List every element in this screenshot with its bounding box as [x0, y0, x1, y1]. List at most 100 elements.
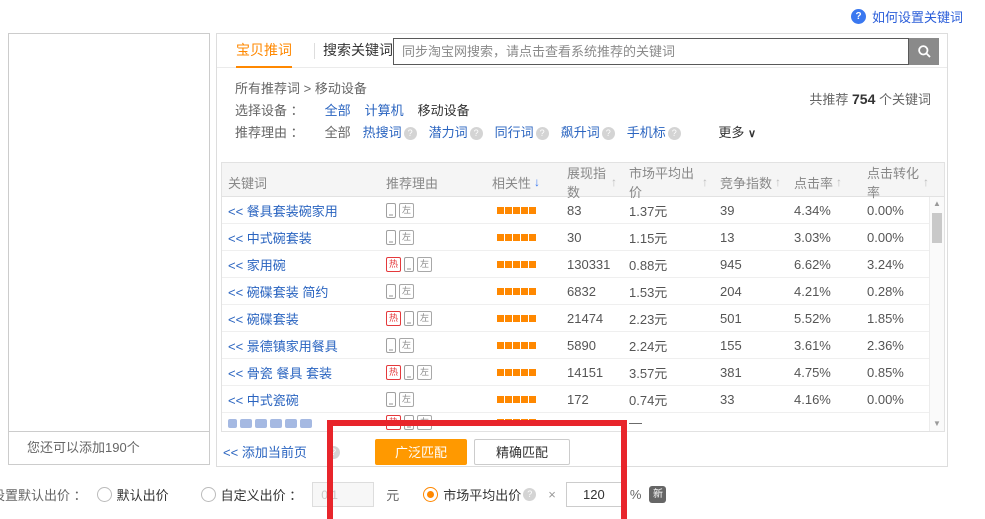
table-scrollbar[interactable]: ▲ ▼	[929, 197, 944, 431]
keyword-link[interactable]: << 碗碟套装	[228, 312, 299, 327]
reason-option-同行词[interactable]: 同行词?	[495, 122, 549, 144]
help-icon[interactable]: ?	[602, 127, 615, 140]
hot-badge-icon: 热	[386, 415, 401, 430]
column-header-展现指数[interactable]: 展现指数↑	[555, 163, 617, 201]
help-icon[interactable]: ?	[536, 127, 549, 140]
default-bid-radio[interactable]	[97, 487, 112, 502]
relevance-bar-icon	[497, 342, 504, 349]
relevance-bar-icon	[497, 234, 504, 241]
column-header-竞争指数[interactable]: 竞争指数↑	[708, 173, 782, 192]
sort-up-icon[interactable]: ↑	[836, 175, 842, 189]
sort-up-icon[interactable]: ↑	[923, 175, 929, 189]
column-header-label: 点击率	[794, 173, 833, 192]
keyword-link[interactable]: << 餐具套装碗家用	[228, 204, 338, 219]
default-bid-label: 默认出价	[117, 485, 169, 504]
column-header-相关性[interactable]: 相关性↓	[492, 173, 555, 192]
reason-filter-label: 推荐理由 ：	[235, 122, 321, 144]
market-price-help-icon[interactable]: ?	[523, 488, 536, 501]
breadcrumb-parent[interactable]: 所有推荐词	[235, 81, 300, 96]
scroll-down-icon[interactable]: ▼	[930, 418, 944, 430]
column-header-label: 展现指数	[567, 163, 608, 201]
device-filter-row: 选择设备 ： 全部计算机移动设备	[217, 100, 947, 122]
reason-filter-options: 全部热搜词?潜力词?同行词?飙升词?手机标?	[325, 125, 693, 140]
relevance-bar-icon	[497, 396, 504, 403]
relevance-bar-icon	[521, 396, 528, 403]
table-row: << 餐具套装碗家用左831.37元394.34%0.00%	[222, 197, 944, 224]
keyword-cell: << 餐具套装碗家用	[222, 201, 380, 220]
add-page-label: 添加当前页	[242, 445, 307, 460]
avg-price-cell: 0.88元	[617, 255, 708, 274]
avg-price-cell: 2.24元	[617, 336, 708, 355]
keyword-cell: << 中式瓷碗	[222, 390, 380, 409]
avg-price-cell: 1.37元	[617, 201, 708, 220]
help-icon[interactable]: ?	[470, 127, 483, 140]
device-option-计算机[interactable]: 计算机	[365, 103, 404, 118]
column-header-点击转化率[interactable]: 点击转化率↑	[847, 163, 929, 201]
tab-item-recommend[interactable]: 宝贝推词	[236, 34, 292, 68]
reason-option-飙升词[interactable]: 飙升词?	[561, 122, 615, 144]
reason-option-手机标[interactable]: 手机标?	[627, 122, 681, 144]
keyword-link[interactable]: << 碗碟套装 简约	[228, 285, 328, 300]
search-button[interactable]	[909, 38, 939, 65]
reason-badges: 热左	[380, 415, 492, 430]
add-page-help-icon[interactable]: ?	[327, 446, 340, 459]
reason-option-热搜词[interactable]: 热搜词?	[363, 122, 417, 144]
phone-badge-icon	[404, 257, 414, 272]
relevance-bar-icon	[529, 396, 536, 403]
phone-badge-icon	[386, 392, 396, 407]
add-current-page-link[interactable]: << 添加当前页	[221, 445, 307, 460]
keyword-link[interactable]: << 家用碗	[228, 258, 286, 273]
exact-match-button[interactable]: 精确匹配	[474, 439, 570, 465]
sort-down-icon[interactable]: ↓	[534, 175, 540, 189]
help-icon[interactable]: ?	[668, 127, 681, 140]
filter-area: 所有推荐词 > 移动设备 共推荐 754 个关键词 选择设备 ： 全部计算机移动…	[217, 68, 947, 144]
reason-option-潜力词[interactable]: 潜力词?	[429, 122, 483, 144]
keyword-cell: << 景德镇家用餐具	[222, 336, 380, 355]
keyword-cell: << 碗碟套装	[222, 309, 380, 328]
column-header-点击率[interactable]: 点击率↑	[782, 173, 847, 192]
keyword-cell: << 骨瓷 餐具 套装	[222, 363, 380, 382]
avg-price-cell: 1.15元	[617, 228, 708, 247]
help-icon[interactable]: ?	[404, 127, 417, 140]
table-row: << 碗碟套装 简约左68321.53元2044.21%0.28%	[222, 278, 944, 305]
percent-input[interactable]	[566, 482, 622, 507]
device-option-全部[interactable]: 全部	[325, 103, 351, 118]
keyword-link[interactable]: << 中式碗套装	[228, 231, 312, 246]
left-badge-icon: 左	[399, 338, 414, 353]
keyword-link[interactable]: << 骨瓷 餐具 套装	[228, 366, 332, 381]
bid-unit-label: 元	[386, 485, 399, 504]
help-link[interactable]: ? 如何设置关键词	[851, 7, 963, 26]
ctr-cell: 3.61%	[782, 338, 847, 353]
avg-price-cell: 0.74元	[617, 390, 708, 409]
keyword-link[interactable]: << 中式瓷碗	[228, 393, 299, 408]
ctr-cell: 4.21%	[782, 284, 847, 299]
ctr-cell: 4.34%	[782, 203, 847, 218]
relevance-bar-icon	[521, 369, 528, 376]
new-feature-badge: 新	[649, 486, 666, 503]
reason-option-全部[interactable]: 全部	[325, 122, 351, 144]
scrollbar-thumb[interactable]	[932, 213, 942, 243]
column-header-市场平均出价[interactable]: 市场平均出价↑	[617, 163, 708, 201]
ghost-glyph	[270, 419, 282, 428]
market-price-radio[interactable]	[423, 487, 438, 502]
relevance-bar-icon	[521, 288, 528, 295]
custom-bid-input[interactable]	[312, 482, 374, 507]
keyword-search-input[interactable]	[393, 38, 909, 65]
sort-up-icon[interactable]: ↑	[775, 175, 781, 189]
reason-badges: 左	[380, 338, 492, 353]
remaining-quota-note: 您还可以添加190个	[9, 431, 209, 464]
table-row: << 中式瓷碗左1720.74元334.16%0.00%	[222, 386, 944, 413]
device-option-移动设备[interactable]: 移动设备	[418, 103, 470, 118]
keyword-link[interactable]: << 景德镇家用餐具	[228, 339, 338, 354]
table-row-partial: 热左—	[222, 413, 944, 431]
more-filters-button[interactable]: 更多 ∨	[718, 125, 756, 140]
tab-search-keyword[interactable]: 搜索关键词	[323, 34, 393, 68]
scroll-up-icon[interactable]: ▲	[930, 198, 944, 210]
reason-option-label: 热搜词	[363, 122, 402, 144]
table-body: << 餐具套装碗家用左831.37元394.34%0.00% << 中式碗套装左 3…	[222, 197, 944, 431]
relevance-bar-icon	[521, 342, 528, 349]
broad-match-button[interactable]: 广泛匹配	[375, 439, 467, 465]
reason-option-label: 同行词	[495, 122, 534, 144]
custom-bid-radio[interactable]	[201, 487, 216, 502]
relevance-bar-icon	[513, 261, 520, 268]
